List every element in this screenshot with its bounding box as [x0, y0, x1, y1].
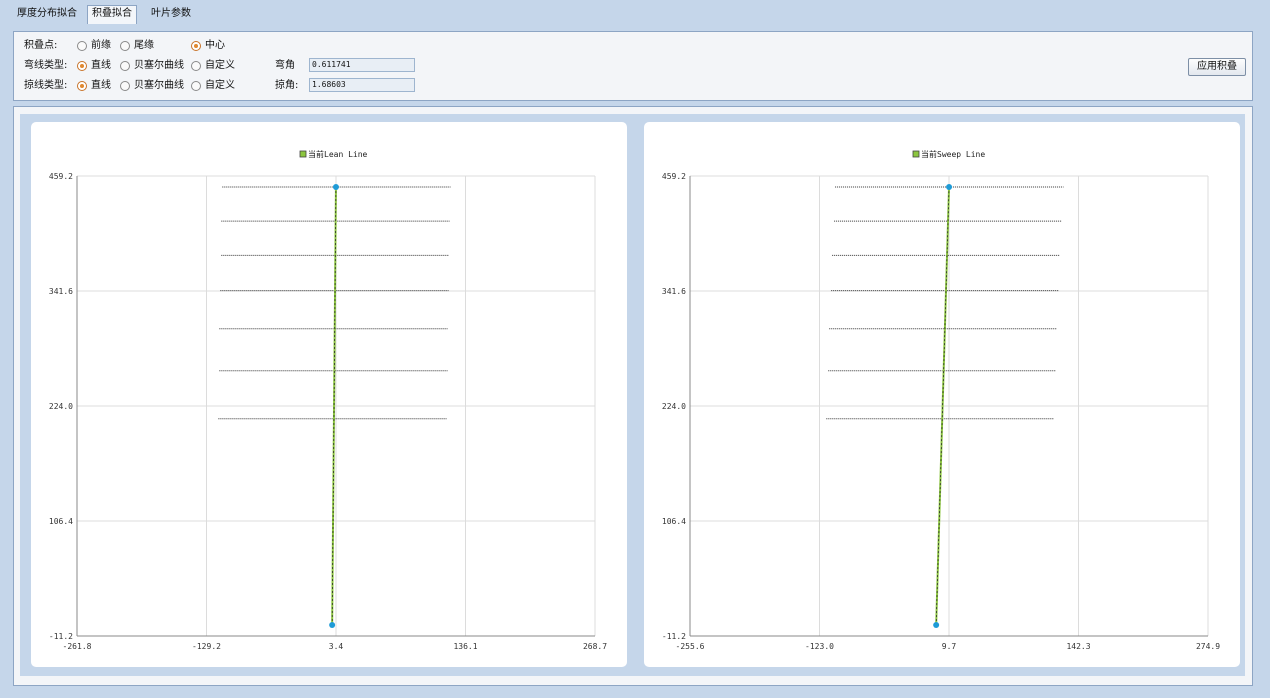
legend-marker	[912, 150, 920, 158]
lean-straight-label: 直线	[91, 60, 111, 71]
radio-sweep-bezier[interactable]	[120, 81, 130, 91]
apply-stacking-button[interactable]: 应用积叠	[1188, 58, 1246, 76]
y-tick-label: -11.2	[662, 632, 686, 641]
y-tick-label: -11.2	[49, 632, 73, 641]
option-trailing-edge-label: 尾缘	[134, 40, 154, 51]
sweep-bezier-label: 贝塞尔曲线	[134, 80, 184, 91]
series-point[interactable]	[329, 622, 336, 629]
lean-custom-label: 自定义	[205, 60, 235, 71]
lean-bezier-label: 贝塞尔曲线	[134, 60, 184, 71]
legend-marker	[299, 150, 307, 158]
x-tick-label: 3.4	[329, 642, 344, 651]
radio-lean-straight[interactable]	[77, 61, 87, 71]
y-tick-label: 459.2	[662, 172, 686, 181]
radio-sweep-custom[interactable]	[191, 81, 201, 91]
radio-leading-edge[interactable]	[77, 41, 87, 51]
tab-stacking-fit[interactable]: 积叠拟合	[87, 5, 137, 24]
sweep-angle-field[interactable]: 1.68603	[309, 78, 415, 92]
sweep-type-label: 掠线类型:	[24, 80, 68, 91]
x-tick-label: -255.6	[676, 642, 705, 651]
y-tick-label: 224.0	[49, 402, 73, 411]
x-tick-label: 268.7	[583, 642, 607, 651]
legend-label: 当前Sweep Line	[921, 149, 985, 159]
x-tick-label: -129.2	[192, 642, 221, 651]
stacking-controls-panel: 积叠点: 前缘 尾缘 中心 弯线类型: 直线 贝塞尔曲线 自定义 弯角 0.61…	[13, 31, 1253, 101]
lean-angle-field[interactable]: 0.611741	[309, 58, 415, 72]
lean-type-label: 弯线类型:	[24, 60, 68, 71]
sweep-angle-label: 掠角:	[275, 80, 299, 91]
radio-lean-custom[interactable]	[191, 61, 201, 71]
radio-center[interactable]	[191, 41, 201, 51]
sweep-custom-label: 自定义	[205, 80, 235, 91]
y-tick-label: 106.4	[662, 517, 686, 526]
y-tick-label: 459.2	[49, 172, 73, 181]
y-tick-label: 224.0	[662, 402, 686, 411]
sweep-line-chart-svg: -255.6 -123.0 9.7 142.3 274.9 459.2 341.6 224.0…	[662, 149, 1220, 651]
series-point[interactable]	[332, 183, 339, 190]
option-center-label: 中心	[205, 40, 225, 51]
charts-panel: -261.8 -129.2 3.4 136.1 268.7 459.2 341.6 224.0…	[13, 106, 1253, 686]
sweep-straight-label: 直线	[91, 80, 111, 91]
x-tick-label: 274.9	[1196, 642, 1220, 651]
x-tick-label: 9.7	[942, 642, 957, 651]
x-tick-label: 136.1	[453, 642, 477, 651]
stack-point-label: 积叠点:	[24, 40, 58, 51]
lean-line-chart: -261.8 -129.2 3.4 136.1 268.7 459.2 341.6 224.0…	[31, 122, 627, 667]
y-tick-label: 341.6	[49, 287, 73, 296]
x-tick-label: -123.0	[805, 642, 834, 651]
legend-label: 当前Lean Line	[308, 149, 368, 159]
radio-sweep-straight[interactable]	[77, 81, 87, 91]
series-point[interactable]	[933, 622, 940, 629]
sweep-line-chart: -255.6 -123.0 9.7 142.3 274.9 459.2 341.6 224.0…	[644, 122, 1240, 667]
x-tick-label: -261.8	[63, 642, 92, 651]
lean-angle-label: 弯角	[275, 60, 295, 71]
tab-bar: 厚度分布拟合 积叠拟合 叶片参数	[0, 0, 1270, 24]
tab-blade-params[interactable]: 叶片参数	[147, 6, 195, 23]
tab-thickness-fit[interactable]: 厚度分布拟合	[13, 6, 81, 23]
y-tick-label: 341.6	[662, 287, 686, 296]
x-tick-label: 142.3	[1066, 642, 1090, 651]
option-leading-edge-label: 前缘	[91, 40, 111, 51]
y-tick-label: 106.4	[49, 517, 73, 526]
radio-trailing-edge[interactable]	[120, 41, 130, 51]
series-point[interactable]	[946, 183, 953, 190]
radio-lean-bezier[interactable]	[120, 61, 130, 71]
charts-area: -261.8 -129.2 3.4 136.1 268.7 459.2 341.6 224.0…	[20, 114, 1245, 676]
lean-line-chart-svg: -261.8 -129.2 3.4 136.1 268.7 459.2 341.6 224.0…	[49, 149, 607, 651]
